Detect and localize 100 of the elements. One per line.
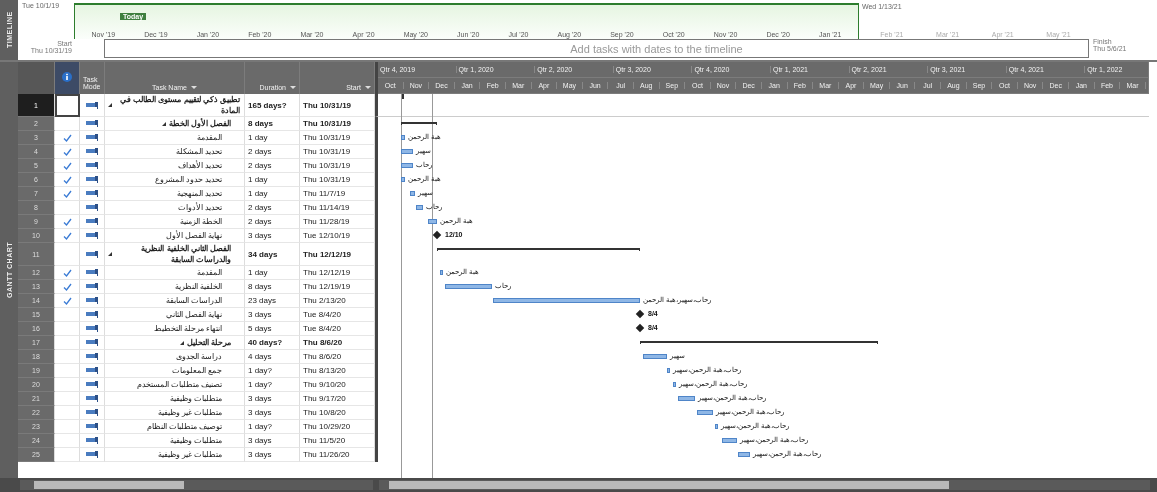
task-mode-icon [86,232,98,239]
task-name[interactable]: الخلفية النظرية [174,281,222,292]
duration-value: 3 days [248,435,272,446]
collapse-icon[interactable] [161,121,166,126]
task-name[interactable]: نهاية الفصل الثاني [165,309,222,320]
task-name[interactable]: انتهاء مرحلة التخطيط [153,323,222,334]
task-name[interactable]: مرحلة التحليل [186,337,231,348]
task-bar[interactable] [401,163,413,168]
task-name[interactable]: توصيف متطلبات النظام [146,421,222,432]
start-date: Thu 10/31/19 [303,146,351,157]
duration-value: 1 day [248,132,268,143]
task-name[interactable]: متطلبات وظيفية [169,435,222,446]
task-mode-icon [86,367,98,374]
task-name[interactable]: الفصل الثاني الخلفية النظرية والدراسات السابقة [115,243,231,265]
start-date: Thu 11/5/20 [303,435,346,446]
collapse-icon[interactable] [179,340,184,345]
task-mode-icon [86,176,98,183]
task-mode-icon [86,134,98,141]
task-mode-icon [86,437,98,444]
horizontal-scrollbar[interactable] [377,478,1152,492]
start-date: Thu 12/12/19 [303,267,351,278]
collapse-icon[interactable] [108,103,112,107]
task-mode-icon [86,409,98,416]
start-date: Thu 8/13/20 [303,365,346,376]
start-date: Thu 12/12/19 [303,248,352,260]
task-name[interactable]: تحديد المنهجية [176,188,222,199]
start-date: Thu 12/19/19 [303,281,351,292]
duration-value: 1 day? [248,365,273,376]
duration-value: 5 days [248,323,272,334]
task-name[interactable]: الفصل الأول الخطة [168,118,231,129]
duration-value: 1 day [248,267,268,278]
task-bar[interactable] [673,382,676,387]
task-bar[interactable] [738,452,750,457]
task-name[interactable]: المقدمة [197,132,222,143]
task-name[interactable]: متطلبات وظيفية [169,393,222,404]
task-bar[interactable] [401,135,405,140]
task-mode-icon [86,325,98,332]
duration-value: 8 days [248,281,272,292]
summary-bar[interactable] [401,122,437,125]
caret-icon[interactable] [290,86,296,89]
task-name[interactable]: جمع المعلومات [171,365,222,376]
column-header[interactable] [55,62,80,94]
duration-value: 1 day [248,188,268,199]
duration-value: 1 day? [248,421,273,432]
summary-bar[interactable] [640,341,878,344]
task-name[interactable]: تحديد الأهداف [177,160,222,171]
task-bar[interactable] [410,191,415,196]
duration-value: 3 days [248,393,272,404]
collapse-icon[interactable] [108,252,112,256]
task-name[interactable]: تحديد الأدوات [177,202,222,213]
task-bar[interactable] [643,354,667,359]
task-name[interactable]: دراسة الجدوى [175,351,222,362]
task-name[interactable]: تصنيف متطلبات المستخدم [136,379,222,390]
task-bar[interactable] [493,298,640,303]
task-mode-icon [86,162,98,169]
task-bar[interactable] [428,219,437,224]
start-date: Tue 12/10/19 [303,230,350,241]
task-name[interactable]: الخطة الزمنية [179,216,222,227]
duration-value: 2 days [248,216,272,227]
select-all-cell[interactable] [18,62,55,94]
task-name[interactable]: متطلبات غير وظيفية [157,449,222,460]
duration-value: 2 days [248,146,272,157]
task-bar[interactable] [445,284,492,289]
task-name[interactable]: تحديد حدود المشروع [154,174,222,185]
scroll-thumb[interactable] [34,481,184,489]
task-name[interactable]: تحديد المشكلة [175,146,222,157]
start-date: Thu 11/14/19 [303,202,350,213]
task-name[interactable]: المقدمة [197,267,222,278]
duration-value: 3 days [248,407,272,418]
task-mode-icon [86,218,98,225]
start-date: Thu 10/31/19 [303,118,352,129]
summary-bar[interactable] [437,248,640,251]
task-name[interactable]: الدراسات السابقة [165,295,222,306]
task-bar[interactable] [667,368,670,373]
scroll-thumb[interactable] [389,481,949,489]
caret-icon[interactable] [365,86,371,89]
task-bar[interactable] [722,438,737,443]
start-date: Thu 10/29/20 [303,421,351,432]
start-date: Tue 8/4/20 [303,309,341,320]
duration-value: 23 days [248,295,277,306]
task-bar[interactable] [440,270,443,275]
task-bar[interactable] [715,424,718,429]
start-date: Thu 8/6/20 [303,351,342,362]
task-bar[interactable] [401,149,413,154]
duration-value: 1 day? [248,379,273,390]
task-bar[interactable] [678,396,695,401]
horizontal-scrollbar[interactable] [18,478,375,492]
task-name[interactable]: نهاية الفصل الأول [165,230,222,241]
task-bar[interactable] [401,177,405,182]
duration-value: 4 days [248,351,272,362]
start-date: Thu 10/8/20 [303,407,346,418]
task-bar[interactable] [697,410,713,415]
caret-icon[interactable] [191,86,197,89]
task-mode-icon [86,101,98,109]
start-date: Thu 2/13/20 [303,295,346,306]
duration-value: 2 days [248,202,272,213]
task-bar[interactable] [416,205,423,210]
task-name[interactable]: تطبيق ذكي لتقييم مستوى الطالب في المادة [115,94,240,116]
task-name[interactable]: متطلبات غير وظيفية [157,407,222,418]
duration-value: 165 days? [248,99,287,111]
